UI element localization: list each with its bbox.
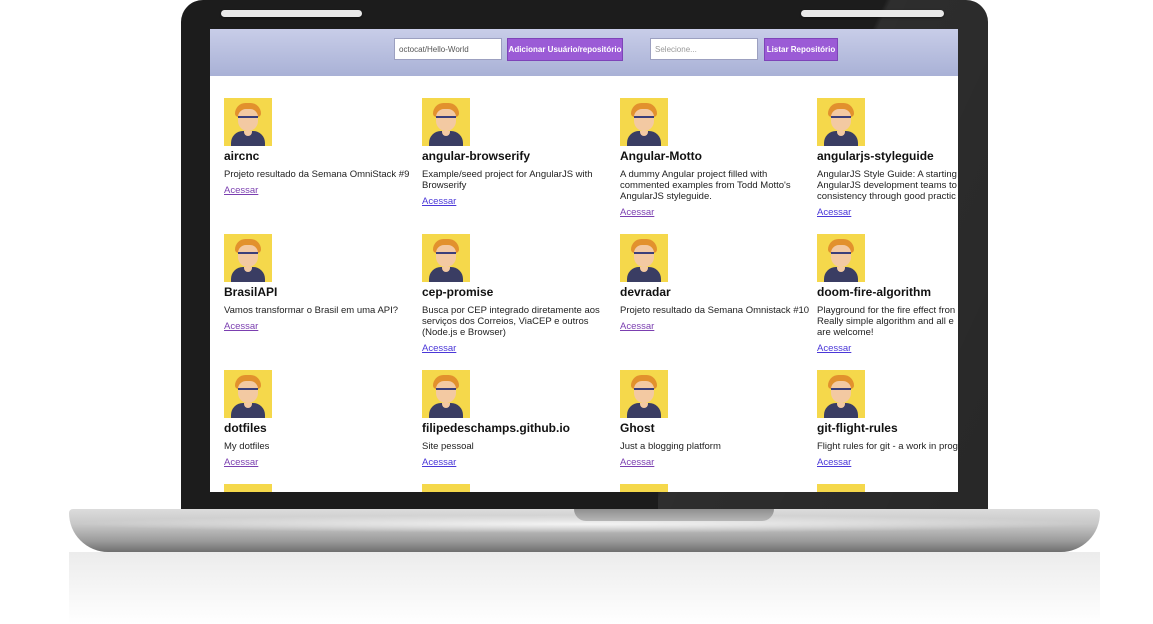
owner-avatar xyxy=(422,234,470,282)
lid-strip-right xyxy=(801,10,944,17)
repo-card: git-flight-rules Flight rules for git - a… xyxy=(817,370,958,470)
repo-title: angular-browserify xyxy=(422,149,531,163)
repo-card: angular-browserify Example/seed project f… xyxy=(422,98,612,209)
repo-title: cep-promise xyxy=(422,285,494,299)
repo-card: Angular-Motto A dummy Angular project fil… xyxy=(620,98,810,220)
browser-viewport: octocat/Hello-World Adicionar Usuário/re… xyxy=(210,29,958,492)
avatar-glasses xyxy=(634,252,654,259)
repo-select[interactable]: Selecione... xyxy=(650,38,758,60)
repo-description: Site pessoal xyxy=(422,441,474,452)
owner-avatar xyxy=(620,234,668,282)
repo-description: Example/seed project for AngularJS with … xyxy=(422,169,593,191)
repo-card: angularjs-styleguide AngularJS Style Guid… xyxy=(817,98,958,220)
owner-avatar xyxy=(422,98,470,146)
repo-title: devradar xyxy=(620,285,671,299)
repo-card: Ghost Just a blogging platform Acessar xyxy=(620,370,810,470)
repo-access-link[interactable]: Acessar xyxy=(224,321,258,332)
laptop-reflection xyxy=(69,552,1100,624)
repo-description: Flight rules for git - a work in prog xyxy=(817,441,958,452)
avatar-glasses xyxy=(238,388,258,395)
repo-access-link[interactable]: Acessar xyxy=(422,343,456,354)
owner-avatar xyxy=(224,98,272,146)
repo-access-link[interactable]: Acessar xyxy=(422,196,456,207)
repo-card: dotfiles My dotfiles Acessar xyxy=(224,370,414,470)
repo-title: Ghost xyxy=(620,421,655,435)
owner-avatar xyxy=(620,98,668,146)
repo-description: Vamos transformar o Brasil em uma API? xyxy=(224,305,399,316)
repo-card: aircnc Projeto resultado da Semana OmniSt… xyxy=(224,98,414,198)
repo-card: filipedeschamps.github.io Site pessoal Ace… xyxy=(422,370,612,470)
lid-strip-left xyxy=(221,10,362,17)
repo-access-link[interactable]: Acessar xyxy=(620,457,654,468)
repo-description: Just a blogging platform xyxy=(620,441,721,452)
owner-avatar xyxy=(817,484,865,492)
avatar-glasses xyxy=(831,388,851,395)
repo-card: BrasilAPI Vamos transformar o Brasil em u… xyxy=(224,234,414,334)
laptop-notch xyxy=(574,509,774,521)
owner-avatar xyxy=(817,234,865,282)
owner-avatar xyxy=(817,370,865,418)
repo-access-link[interactable]: Acessar xyxy=(224,185,258,196)
owner-avatar xyxy=(817,98,865,146)
top-toolbar: octocat/Hello-World Adicionar Usuário/re… xyxy=(210,29,958,76)
owner-avatar xyxy=(224,484,272,492)
repo-title: aircnc xyxy=(224,149,260,163)
owner-avatar xyxy=(422,370,470,418)
owner-avatar xyxy=(620,484,668,492)
repo-access-link[interactable]: Acessar xyxy=(817,343,851,354)
avatar-glasses xyxy=(831,252,851,259)
avatar-glasses xyxy=(436,388,456,395)
repo-description: My dotfiles xyxy=(224,441,270,452)
repo-access-link[interactable]: Acessar xyxy=(817,457,851,468)
repo-access-link[interactable]: Acessar xyxy=(620,207,654,218)
avatar-glasses xyxy=(634,388,654,395)
add-repo-button[interactable]: Adicionar Usuário/repositório xyxy=(507,38,623,61)
owner-avatar xyxy=(224,234,272,282)
repo-access-link[interactable]: Acessar xyxy=(422,457,456,468)
repo-description: Projeto resultado da Semana OmniStack #9 xyxy=(224,169,410,180)
avatar-glasses xyxy=(436,116,456,123)
repo-description: A dummy Angular project filled with comm… xyxy=(620,169,791,202)
list-repos-button[interactable]: Listar Repositório xyxy=(764,38,838,61)
repo-description: Playground for the fire effect fron Real… xyxy=(817,305,956,338)
owner-avatar xyxy=(224,370,272,418)
repo-title: dotfiles xyxy=(224,421,267,435)
repo-description: Busca por CEP integrado diretamente aos … xyxy=(422,305,600,338)
repo-title: doom-fire-algorithm xyxy=(817,285,931,299)
avatar-glasses xyxy=(634,116,654,123)
repo-access-link[interactable]: Acessar xyxy=(620,321,654,332)
repo-card: cep-promise Busca por CEP integrado diret… xyxy=(422,234,612,356)
repo-description: AngularJS Style Guide: A starting Angula… xyxy=(817,169,957,202)
repo-card: devradar Projeto resultado da Semana Omni… xyxy=(620,234,810,334)
repo-card: doom-fire-algorithm Playground for the fi… xyxy=(817,234,958,356)
repo-title: BrasilAPI xyxy=(224,285,278,299)
owner-avatar xyxy=(620,370,668,418)
avatar-glasses xyxy=(831,116,851,123)
avatar-glasses xyxy=(436,252,456,259)
repo-title: filipedeschamps.github.io xyxy=(422,421,571,435)
repo-input[interactable]: octocat/Hello-World xyxy=(394,38,502,60)
repo-access-link[interactable]: Acessar xyxy=(817,207,851,218)
repo-title: git-flight-rules xyxy=(817,421,898,435)
avatar-glasses xyxy=(238,252,258,259)
repo-description: Projeto resultado da Semana Omnistack #1… xyxy=(620,305,810,316)
repo-title: Angular-Motto xyxy=(620,149,702,163)
owner-avatar xyxy=(422,484,470,492)
laptop-base xyxy=(69,509,1100,552)
repo-access-link[interactable]: Acessar xyxy=(224,457,258,468)
repo-title: angularjs-styleguide xyxy=(817,149,934,163)
avatar-glasses xyxy=(238,116,258,123)
